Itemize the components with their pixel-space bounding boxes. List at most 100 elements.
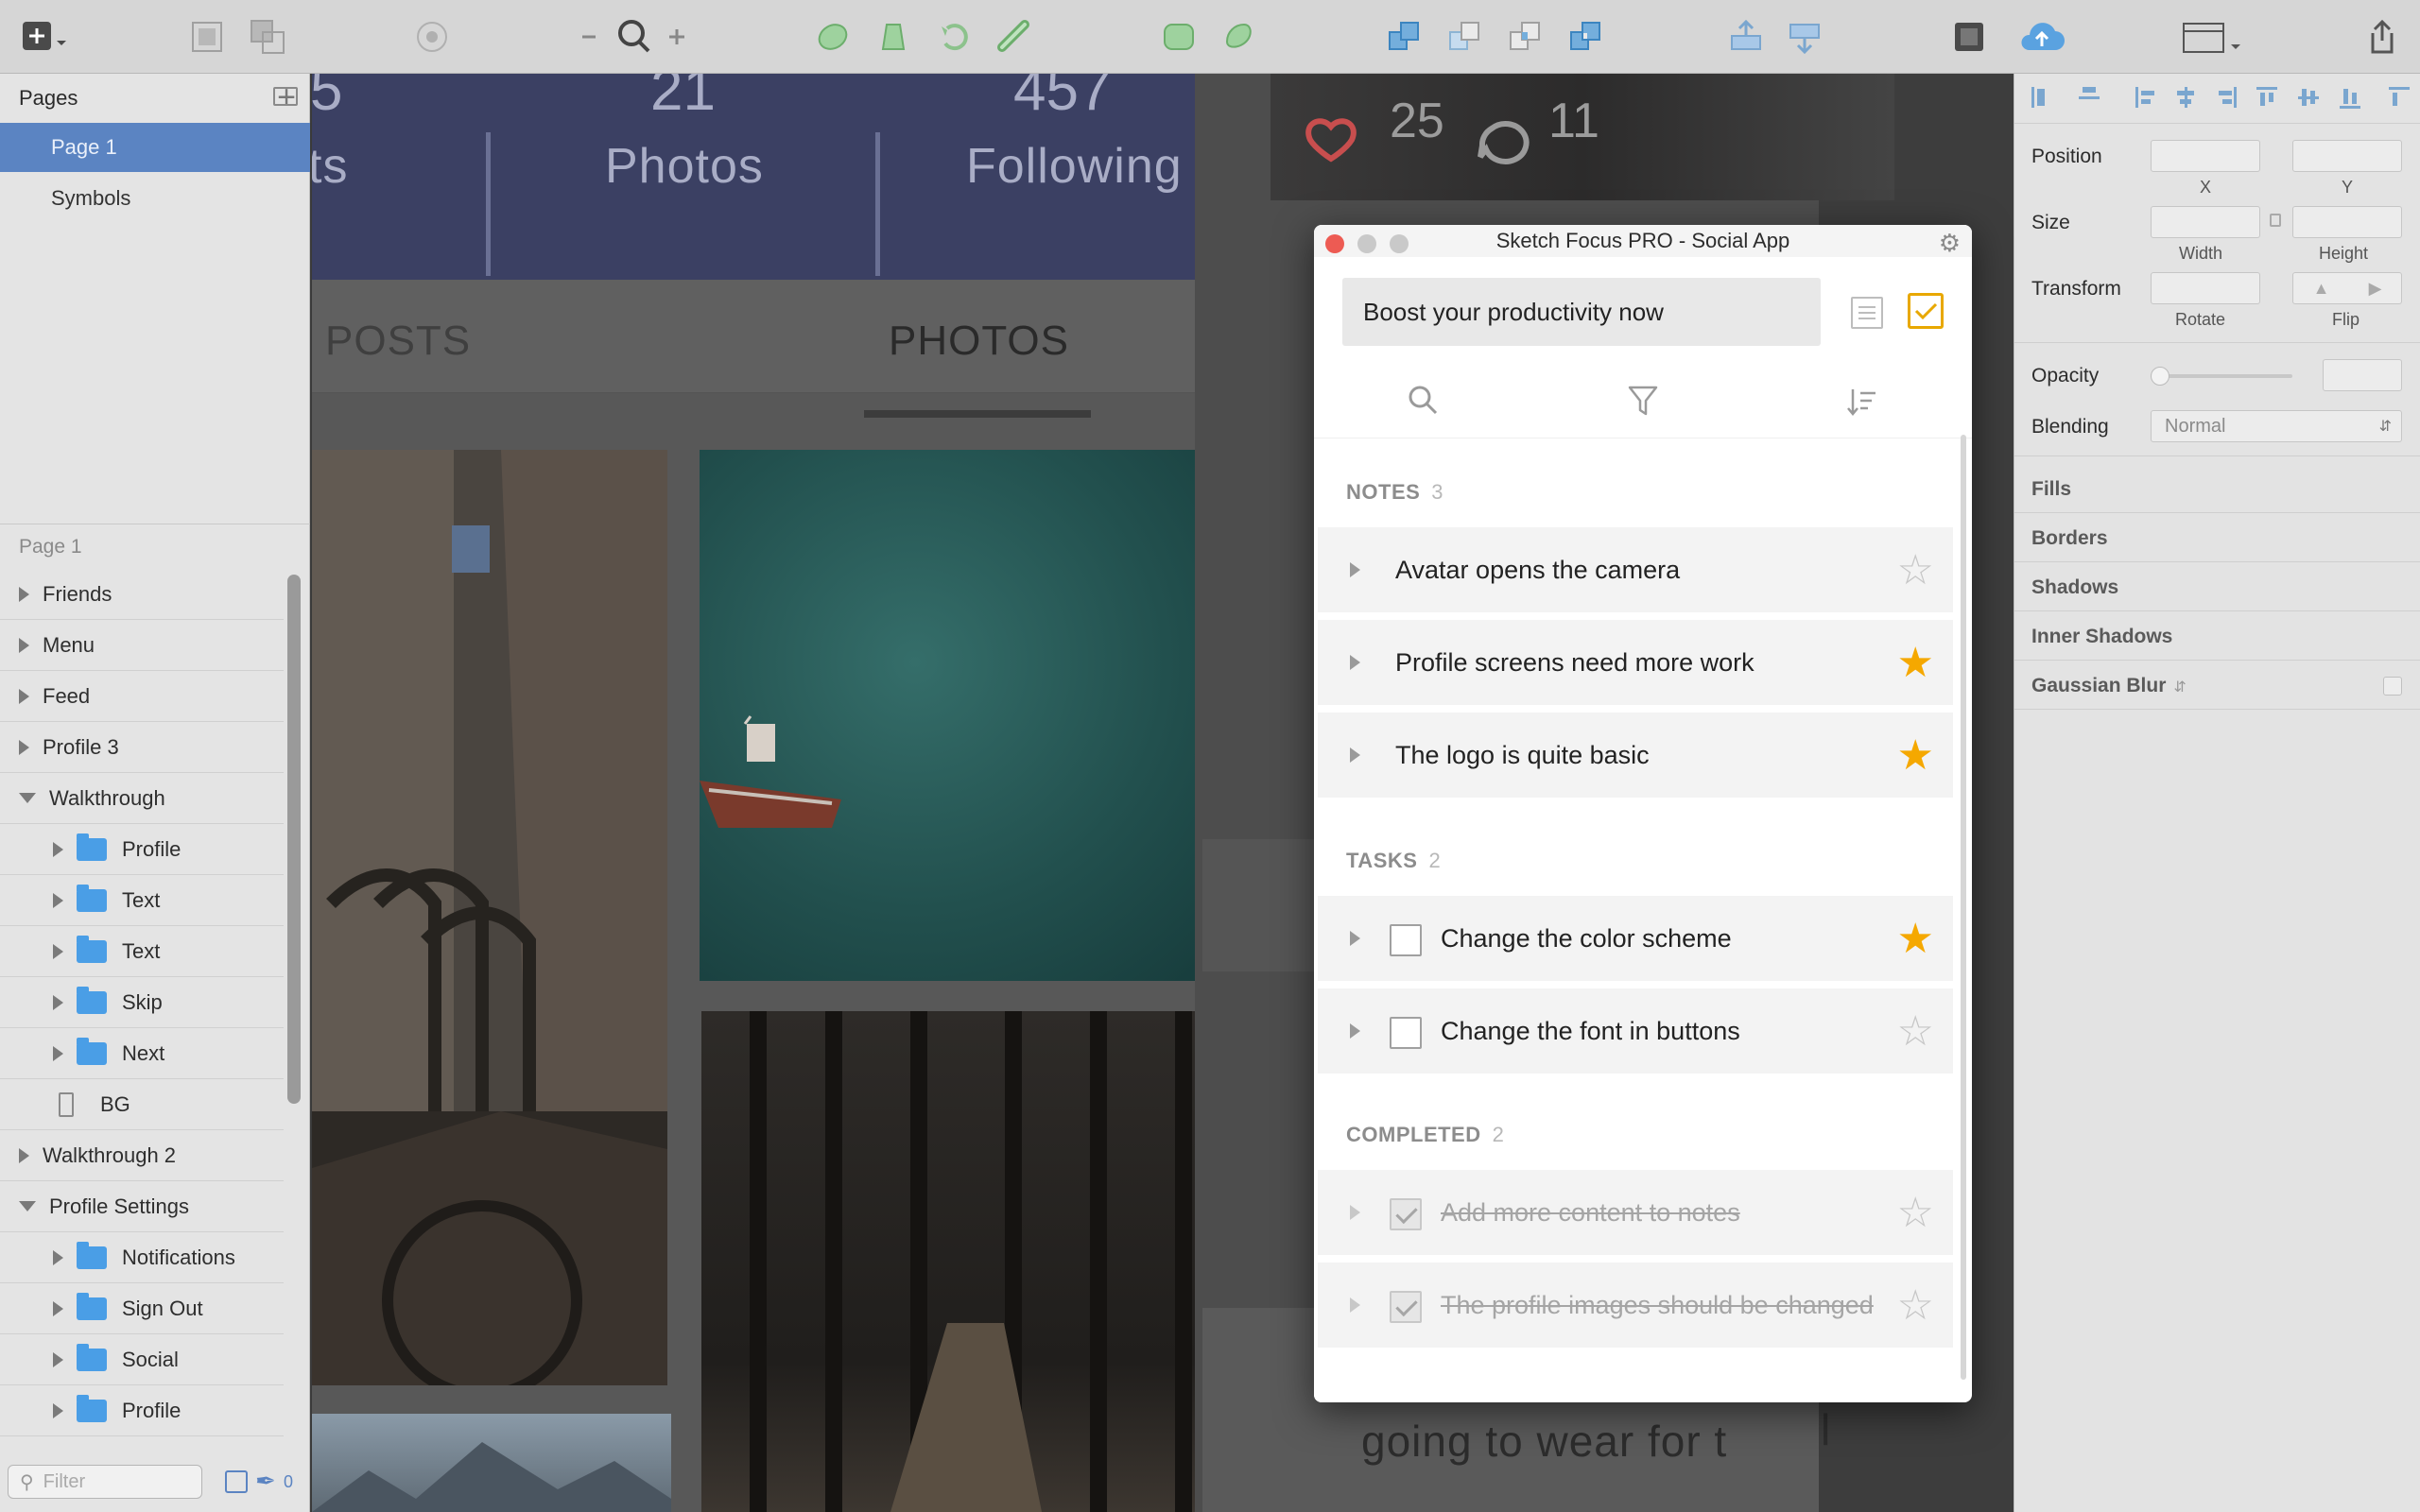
mirror-icon[interactable]	[1949, 13, 1989, 60]
filter-input[interactable]: ⚲ Filter	[8, 1465, 202, 1499]
disclosure-closed-icon[interactable]	[19, 688, 29, 704]
photo-boat[interactable]	[700, 450, 1238, 981]
layer-row[interactable]: Profile 3	[0, 722, 284, 773]
artboard-profile[interactable]: 5 ts 21 Photos 457 Following POSTS PHOTO…	[312, 74, 1269, 1512]
completed-item[interactable]: Add more content to notes ☆	[1318, 1170, 1953, 1255]
union-icon[interactable]	[1384, 13, 1424, 60]
note-type-icon[interactable]	[1851, 297, 1883, 329]
layer-row[interactable]: Skip	[0, 977, 284, 1028]
expand-icon[interactable]	[1350, 747, 1360, 763]
layers-scrollbar[interactable]	[287, 575, 301, 1104]
layer-row[interactable]: Menu	[0, 620, 284, 671]
rotate-field[interactable]	[2151, 272, 2260, 304]
sort-icon[interactable]	[1845, 386, 1879, 420]
width-field[interactable]	[2151, 206, 2260, 238]
layer-row[interactable]: Walkthrough	[0, 773, 284, 824]
zoom-button[interactable]	[1390, 234, 1409, 253]
lock-icon[interactable]	[2270, 214, 2281, 227]
insert-button[interactable]	[13, 13, 74, 60]
disclosure-closed-icon[interactable]	[53, 892, 63, 908]
tab-photos[interactable]: PHOTOS	[889, 318, 1069, 365]
disclosure-closed-icon[interactable]	[19, 637, 29, 653]
forward-icon[interactable]	[1726, 13, 1766, 60]
layer-row[interactable]: Profile Settings	[0, 1181, 284, 1232]
expand-icon[interactable]	[1350, 1297, 1360, 1313]
mask-icon[interactable]	[1159, 13, 1199, 60]
blending-select[interactable]: Normal ⇵	[2151, 410, 2402, 442]
opacity-slider-thumb[interactable]	[2151, 367, 2169, 386]
expand-icon[interactable]	[1350, 1023, 1360, 1039]
new-item-input[interactable]: Boost your productivity now	[1342, 278, 1821, 346]
ungroup-icon[interactable]	[248, 13, 287, 60]
layer-row[interactable]: Sign Out	[0, 1283, 284, 1334]
gaussian-blur-section[interactable]: Gaussian Blur ⇵	[2031, 675, 2187, 697]
flip-horizontal-icon[interactable]: ▲	[2313, 279, 2330, 299]
minimize-button[interactable]	[1357, 234, 1376, 253]
layer-row[interactable]: Text	[0, 926, 284, 977]
layer-row[interactable]: Walkthrough 2	[0, 1130, 284, 1181]
layer-row[interactable]: Profile	[0, 1385, 284, 1436]
disclosure-closed-icon[interactable]	[19, 1147, 29, 1163]
inner-shadows-section[interactable]: Inner Shadows	[2031, 626, 2172, 648]
layer-row[interactable]: Feed	[0, 671, 284, 722]
scale-icon[interactable]	[1219, 13, 1259, 60]
disclosure-closed-icon[interactable]	[53, 1300, 63, 1316]
borders-section[interactable]: Borders	[2031, 527, 2108, 550]
layer-row[interactable]: Notifications	[0, 1232, 284, 1283]
disclosure-closed-icon[interactable]	[19, 586, 29, 602]
subtract-icon[interactable]	[1444, 13, 1484, 60]
note-item[interactable]: Avatar opens the camera ☆	[1318, 527, 1953, 612]
page-item[interactable]: Page 1	[0, 123, 310, 172]
layer-row[interactable]: Friends	[0, 569, 284, 620]
task-checkbox[interactable]	[1390, 924, 1422, 956]
photo-mountains[interactable]	[312, 1414, 671, 1512]
gaussian-blur-checkbox[interactable]	[2383, 677, 2402, 696]
pen-icon[interactable]: ✒	[255, 1467, 276, 1496]
cloud-icon[interactable]	[2015, 13, 2068, 60]
search-icon[interactable]	[1407, 384, 1441, 418]
expand-icon[interactable]	[1350, 1205, 1360, 1220]
tab-posts[interactable]: POSTS	[325, 318, 471, 365]
close-button[interactable]	[1325, 234, 1344, 253]
layer-row[interactable]: Profile	[0, 824, 284, 875]
disclosure-closed-icon[interactable]	[53, 1249, 63, 1265]
expand-icon[interactable]	[1350, 655, 1360, 670]
disclosure-closed-icon[interactable]	[53, 1351, 63, 1367]
task-item[interactable]: Change the font in buttons ☆	[1318, 988, 1953, 1074]
gear-icon[interactable]: ⚙	[1939, 231, 1961, 255]
photo-forest[interactable]	[701, 1011, 1238, 1512]
star-filled-icon[interactable]: ★	[1897, 643, 1934, 684]
shadows-section[interactable]: Shadows	[2031, 576, 2118, 599]
fills-section[interactable]: Fills	[2031, 478, 2071, 501]
disclosure-closed-icon[interactable]	[19, 739, 29, 755]
difference-icon[interactable]	[1565, 13, 1605, 60]
page-item[interactable]: Symbols	[0, 174, 310, 223]
expand-icon[interactable]	[1350, 931, 1360, 946]
transform-icon[interactable]	[873, 13, 913, 60]
group-icon[interactable]	[187, 13, 227, 60]
view-icon[interactable]	[2180, 13, 2246, 60]
opacity-slider[interactable]	[2151, 374, 2292, 378]
intersect-icon[interactable]	[1505, 13, 1545, 60]
layer-row[interactable]: Next	[0, 1028, 284, 1079]
height-field[interactable]	[2292, 206, 2402, 238]
flatten-icon[interactable]	[994, 13, 1034, 60]
star-outline-icon[interactable]: ☆	[1897, 1285, 1934, 1327]
note-item[interactable]: The logo is quite basic ★	[1318, 713, 1953, 798]
expand-icon[interactable]	[1350, 562, 1360, 577]
rotate-icon[interactable]	[934, 13, 974, 60]
task-checkbox-checked[interactable]	[1390, 1291, 1422, 1323]
star-outline-icon[interactable]: ☆	[1897, 1193, 1934, 1234]
disclosure-closed-icon[interactable]	[53, 1402, 63, 1418]
symbol-icon[interactable]	[412, 13, 452, 60]
disclosure-open-icon[interactable]	[19, 1201, 36, 1211]
flip-buttons[interactable]: ▲ ▶	[2292, 272, 2402, 304]
layer-row[interactable]: Social	[0, 1334, 284, 1385]
completed-item[interactable]: The profile images should be changed ☆	[1318, 1263, 1953, 1348]
star-outline-icon[interactable]: ☆	[1897, 550, 1934, 592]
filter-pages-icon[interactable]	[225, 1470, 248, 1493]
align-toolbar[interactable]	[2014, 74, 2420, 123]
layer-row[interactable]: Text	[0, 875, 284, 926]
edit-icon[interactable]	[813, 13, 853, 60]
task-item[interactable]: Change the color scheme ★	[1318, 896, 1953, 981]
